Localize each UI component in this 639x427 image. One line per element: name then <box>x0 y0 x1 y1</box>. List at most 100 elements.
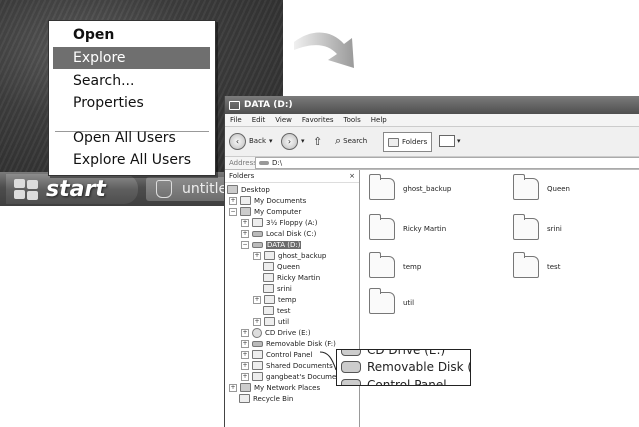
recycle-bin-icon <box>239 394 250 403</box>
address-label: Address <box>229 159 257 167</box>
search-button[interactable]: ⌕ Search <box>335 132 367 150</box>
floppy-icon <box>252 218 263 227</box>
chevron-down-icon: ▾ <box>301 137 305 145</box>
menu-edit[interactable]: Edit <box>247 116 271 124</box>
search-icon: ⌕ <box>335 134 342 147</box>
tree-item-temp[interactable]: + temp <box>253 294 296 305</box>
back-arrow-icon: ‹ <box>229 132 246 150</box>
views-button[interactable]: ▾ <box>439 132 461 150</box>
tree-item-data[interactable]: − DATA (D:) <box>241 239 302 250</box>
drive-icon <box>252 230 263 237</box>
folders-button[interactable]: Folders <box>383 132 433 152</box>
tree-item-test[interactable]: test <box>263 305 290 316</box>
expand-icon[interactable]: + <box>241 361 249 370</box>
expand-icon[interactable]: + <box>253 251 261 260</box>
tree-item-ricky-martin[interactable]: Ricky Martin <box>263 272 320 283</box>
folder-icon <box>263 262 274 271</box>
expand-icon[interactable]: + <box>241 350 249 359</box>
folder-item-queen[interactable]: Queen <box>513 174 570 200</box>
folder-icon <box>229 100 240 110</box>
folder-icon <box>264 295 275 304</box>
folder-icon <box>264 317 275 326</box>
folder-item-ghost-backup[interactable]: ghost_backup <box>369 174 451 200</box>
tree-item-removable-disk[interactable]: + Removable Disk (F:) <box>241 338 336 349</box>
up-folder-icon: ⇧ <box>313 134 323 148</box>
tree-item-my-documents[interactable]: + My Documents <box>229 195 306 206</box>
expand-icon[interactable]: + <box>253 295 261 304</box>
expand-icon[interactable]: + <box>241 328 249 337</box>
tree-item-my-computer[interactable]: − My Computer <box>229 206 301 217</box>
collapse-icon[interactable]: − <box>241 240 249 249</box>
desktop-icon <box>227 185 238 194</box>
menu-item-properties[interactable]: Properties <box>53 92 210 114</box>
tree-item-recycle-bin[interactable]: Recycle Bin <box>239 393 293 404</box>
folder-icon <box>264 251 275 260</box>
folders-icon <box>388 137 399 147</box>
tree-item-queen[interactable]: Queen <box>263 261 300 272</box>
up-folder-button[interactable]: ⇧ <box>313 132 322 150</box>
menu-item-search[interactable]: Search... <box>53 70 210 92</box>
start-label: start <box>46 176 106 202</box>
menu-file[interactable]: File <box>225 116 247 124</box>
expand-icon[interactable]: + <box>241 229 249 238</box>
folder-icon <box>240 196 251 205</box>
document-icon <box>156 180 172 198</box>
folders-pane-title: Folders <box>229 172 255 180</box>
cd-icon <box>341 350 361 356</box>
tree-item-util[interactable]: + util <box>253 316 289 327</box>
tree-item-local-disk[interactable]: + Local Disk (C:) <box>241 228 316 239</box>
expand-icon[interactable]: + <box>241 372 249 381</box>
tree-item-srini[interactable]: srini <box>263 283 292 294</box>
folder-icon <box>513 214 539 240</box>
menu-item-open[interactable]: Open <box>53 24 210 46</box>
windows-logo-icon <box>14 179 40 200</box>
menu-favorites[interactable]: Favorites <box>297 116 339 124</box>
back-button[interactable]: ‹ Back ▾ <box>229 132 273 150</box>
title-bar: DATA (D:) <box>225 96 639 114</box>
address-input[interactable]: D:\ <box>255 157 639 169</box>
expand-icon[interactable]: + <box>241 218 249 227</box>
menu-tools[interactable]: Tools <box>339 116 366 124</box>
computer-icon <box>240 207 251 216</box>
forward-arrow-icon: › <box>281 132 298 150</box>
expand-icon[interactable]: + <box>229 196 237 205</box>
collapse-icon[interactable]: − <box>229 207 237 216</box>
start-button[interactable]: start <box>6 174 138 204</box>
tree-item-control-panel[interactable]: + Control Panel <box>241 349 312 360</box>
menu-view[interactable]: View <box>270 116 297 124</box>
folder-icon <box>263 273 274 282</box>
expand-icon[interactable]: + <box>241 339 249 348</box>
close-icon[interactable]: × <box>349 172 355 180</box>
tree-item-cd-drive[interactable]: + CD Drive (E:) <box>241 327 311 338</box>
tree-item-gangbeat-documents[interactable]: + gangbeat's Documents <box>241 371 347 382</box>
folder-icon <box>252 361 263 370</box>
expand-icon[interactable]: + <box>229 383 237 392</box>
tree-item-desktop[interactable]: Desktop <box>227 184 270 195</box>
address-value: D:\ <box>272 159 283 167</box>
drive-icon <box>252 241 263 248</box>
expand-icon[interactable]: + <box>253 317 261 326</box>
menu-help[interactable]: Help <box>366 116 392 124</box>
chevron-down-icon: ▾ <box>457 137 461 145</box>
folder-item-srini[interactable]: srini <box>513 214 562 240</box>
folder-icon <box>369 252 395 278</box>
folder-item-temp[interactable]: temp <box>369 252 421 278</box>
drive-icon <box>341 361 361 373</box>
drive-icon <box>259 161 269 165</box>
menu-item-explore-all-users[interactable]: Explore All Users <box>53 149 210 171</box>
menu-item-explore[interactable]: Explore <box>53 47 210 69</box>
context-menu: Open Explore Search... Properties Open A… <box>48 20 216 176</box>
taskbar-item-label: untitle <box>182 181 228 197</box>
folders-pane: Folders × Desktop + My Documents − My Comp… <box>225 170 360 427</box>
menu-item-open-all-users[interactable]: Open All Users <box>53 127 210 149</box>
folder-item-util[interactable]: util <box>369 288 414 314</box>
forward-button[interactable]: › ▾ <box>281 132 305 150</box>
tree-item-my-network-places[interactable]: + My Network Places <box>229 382 320 393</box>
folder-icon <box>369 214 395 240</box>
folder-item-test[interactable]: test <box>513 252 560 278</box>
content-pane: ghost_backup Queen Ricky Martin srini te… <box>361 170 639 427</box>
chevron-down-icon: ▾ <box>269 137 273 145</box>
tree-item-floppy[interactable]: +3½ Floppy (A:) <box>241 217 317 228</box>
folder-item-ricky-martin[interactable]: Ricky Martin <box>369 214 446 240</box>
tree-item-ghost-backup[interactable]: + ghost_backup <box>253 250 326 261</box>
